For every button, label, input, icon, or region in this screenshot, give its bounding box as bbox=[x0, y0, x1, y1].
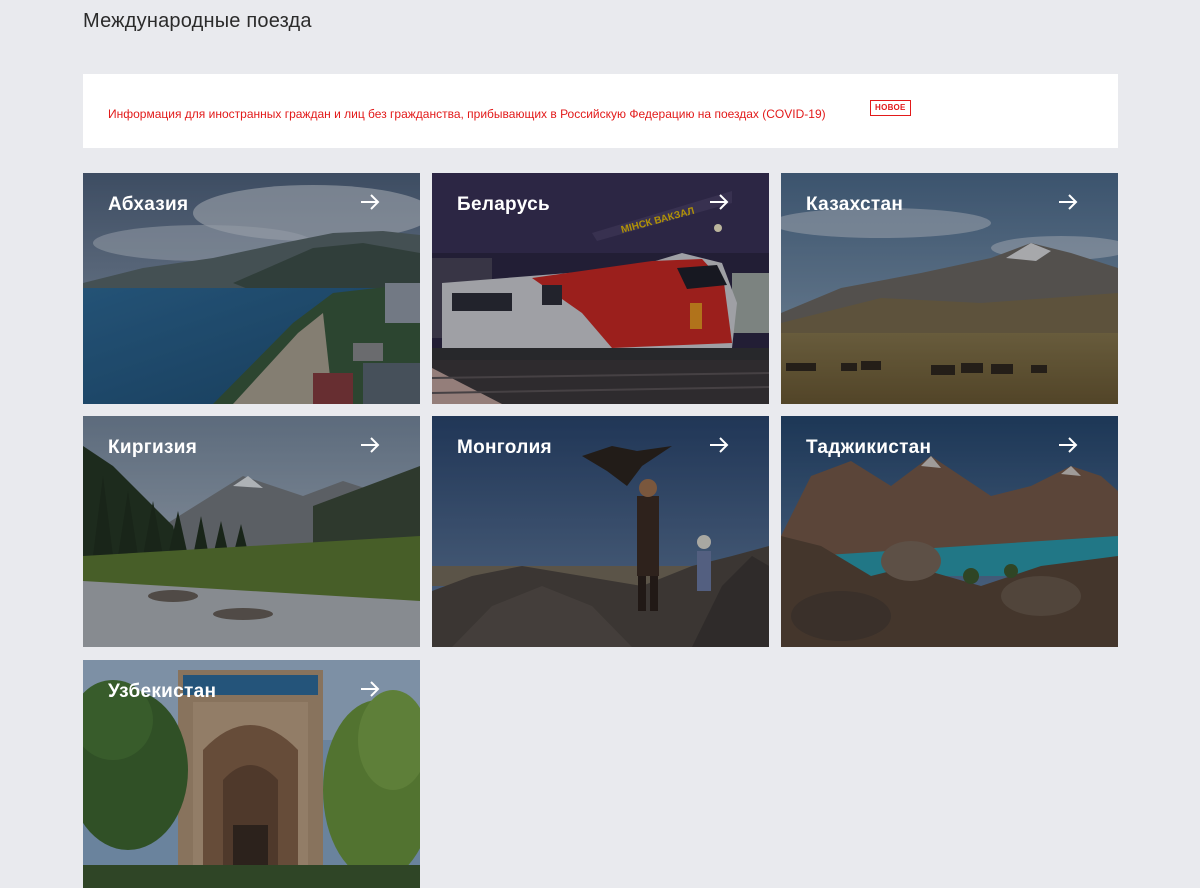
arrow-right-icon bbox=[1059, 194, 1078, 210]
arrow-right-icon bbox=[361, 437, 380, 453]
country-card-mongolia[interactable]: Монголия bbox=[432, 416, 769, 647]
covid-notice-banner: Информация для иностранных граждан и лиц… bbox=[83, 74, 1118, 148]
country-card-uzbekistan[interactable]: Узбекистан bbox=[83, 660, 420, 888]
arrow-right-icon bbox=[361, 194, 380, 210]
card-title: Таджикистан bbox=[806, 437, 932, 458]
card-title: Абхазия bbox=[108, 194, 189, 215]
arrow-right-icon bbox=[710, 437, 729, 453]
card-title: Беларусь bbox=[457, 194, 550, 215]
arrow-right-icon bbox=[361, 681, 380, 697]
card-title: Монголия bbox=[457, 437, 552, 458]
new-badge: НОВОЕ bbox=[870, 100, 911, 116]
covid-notice-link[interactable]: Информация для иностранных граждан и лиц… bbox=[108, 107, 826, 121]
international-trains-page: Международные поезда Информация для инос… bbox=[0, 0, 1200, 888]
country-card-abkhazia[interactable]: Абхазия bbox=[83, 173, 420, 404]
card-title: Киргизия bbox=[108, 437, 198, 458]
country-card-tajikistan[interactable]: Таджикистан bbox=[781, 416, 1118, 647]
card-title: Узбекистан bbox=[108, 681, 217, 702]
page-title: Международные поезда bbox=[83, 10, 312, 32]
country-card-kazakhstan[interactable]: Казахстан bbox=[781, 173, 1118, 404]
arrow-right-icon bbox=[710, 194, 729, 210]
country-card-belarus[interactable]: МІНСК ВАКЗАЛ Беларусь bbox=[432, 173, 769, 404]
card-title: Казахстан bbox=[806, 194, 904, 215]
country-card-kyrgyzstan[interactable]: Киргизия bbox=[83, 416, 420, 647]
arrow-right-icon bbox=[1059, 437, 1078, 453]
